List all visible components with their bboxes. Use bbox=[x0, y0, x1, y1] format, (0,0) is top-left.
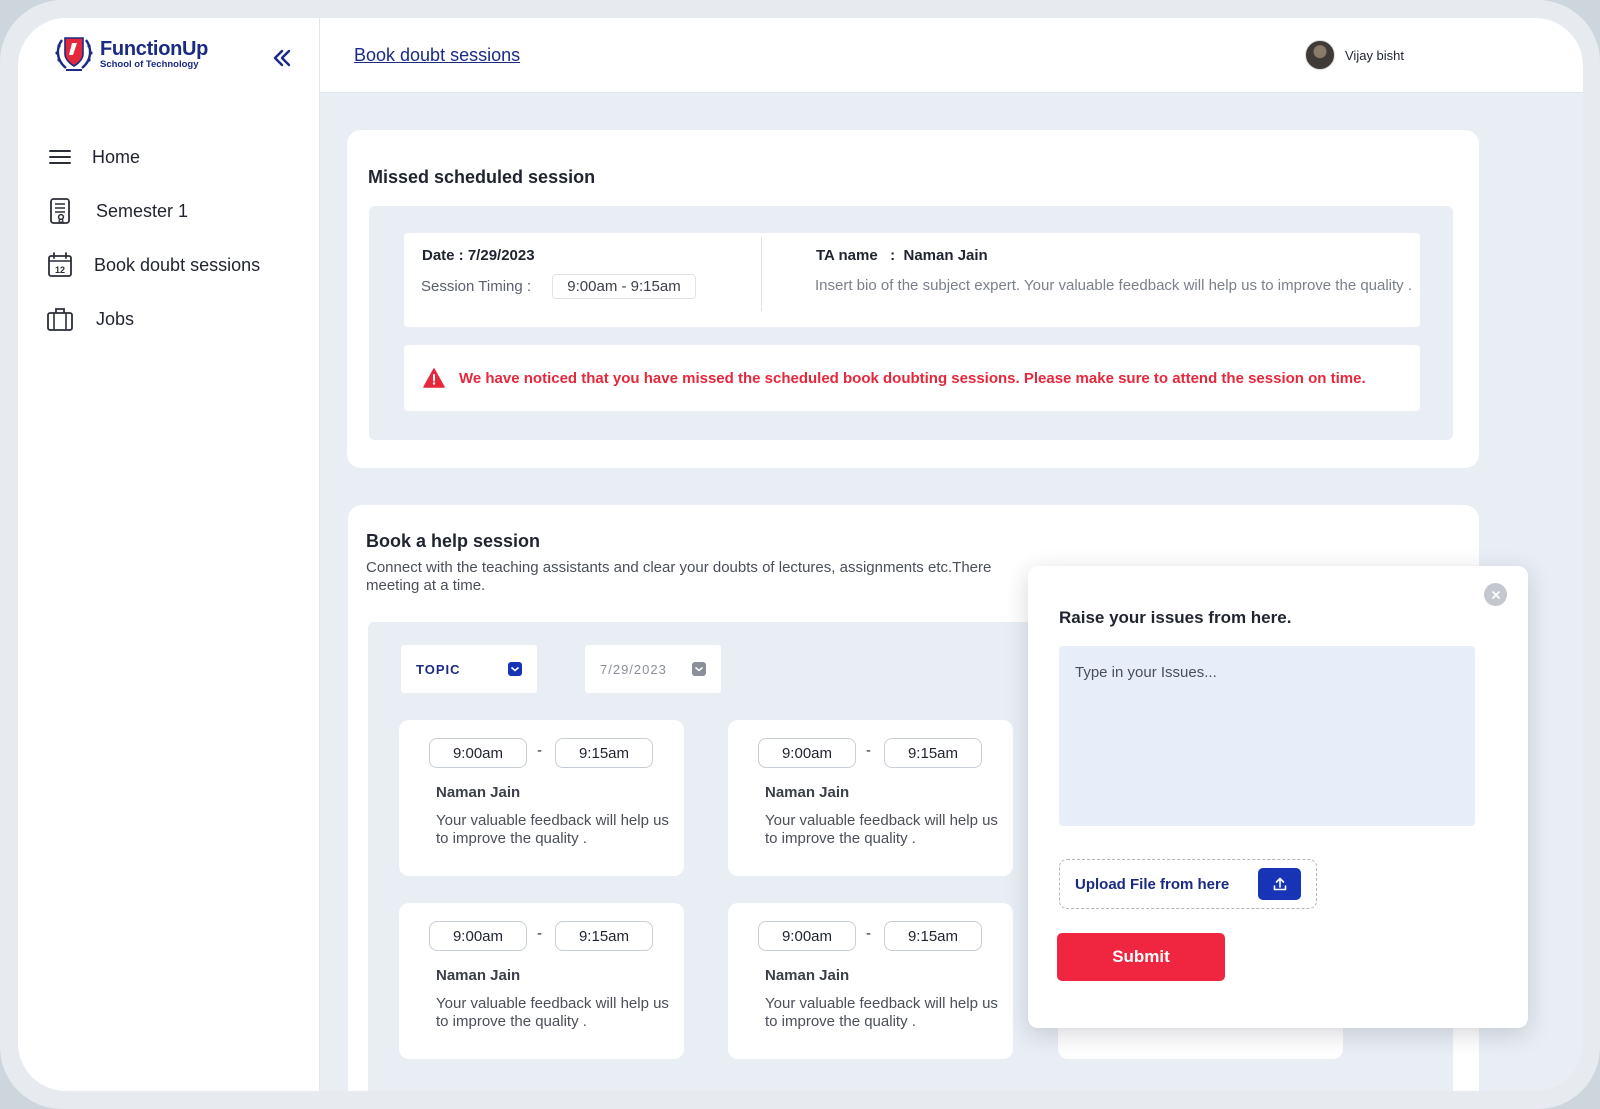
chevron-down-icon bbox=[692, 662, 706, 676]
slot-description: Your valuable feedback will help us to i… bbox=[765, 812, 998, 847]
slot-start-time: 9:00am bbox=[758, 921, 856, 951]
help-description-line2: meeting at a time. bbox=[366, 577, 486, 594]
slot-description: Your valuable feedback will help us to i… bbox=[436, 995, 669, 1030]
sidebar: FunctionUp School of Technology Home Sem… bbox=[18, 18, 320, 1091]
briefcase-icon bbox=[47, 308, 73, 331]
upload-icon[interactable] bbox=[1258, 868, 1301, 900]
sidebar-item-label: Home bbox=[92, 146, 141, 167]
slot-card[interactable]: 9:00am - 9:15am Naman Jain Your valuable… bbox=[399, 720, 684, 876]
calendar-icon: 12 bbox=[48, 252, 72, 277]
document-icon bbox=[50, 198, 70, 225]
slot-card[interactable]: 9:00am - 9:15am Naman Jain Your valuable… bbox=[399, 903, 684, 1059]
slot-card[interactable]: 9:00am - 9:15am Naman Jain Your valuable… bbox=[728, 720, 1013, 876]
session-date: Date : 7/29/2023 bbox=[422, 247, 535, 264]
time-separator: - bbox=[537, 925, 542, 942]
time-separator: - bbox=[537, 742, 542, 759]
topic-filter-label: TOPIC bbox=[416, 661, 461, 677]
slot-ta-name: Naman Jain bbox=[765, 784, 850, 801]
slot-start-time: 9:00am bbox=[758, 738, 856, 768]
close-icon[interactable] bbox=[1484, 583, 1507, 606]
slot-description: Your valuable feedback will help us to i… bbox=[765, 995, 998, 1030]
device-frame: FunctionUp School of Technology Home Sem… bbox=[0, 0, 1600, 1109]
slot-ta-name: Naman Jain bbox=[765, 967, 850, 984]
menu-icon bbox=[49, 150, 71, 164]
slot-start-time: 9:00am bbox=[429, 738, 527, 768]
upload-file-dropzone[interactable]: Upload File from here bbox=[1059, 859, 1317, 909]
sidebar-item-book-doubt-sessions[interactable]: 12 Book doubt sessions bbox=[46, 238, 306, 292]
modal-title: Raise your issues from here. bbox=[1059, 608, 1292, 627]
top-bar: Book doubt sessions Vijay bisht bbox=[320, 18, 1583, 93]
alert-message: We have noticed that you have missed the… bbox=[459, 369, 1366, 387]
slot-end-time: 9:15am bbox=[555, 738, 653, 768]
sidebar-item-label: Jobs bbox=[96, 308, 135, 329]
date-filter-label: 7/29/2023 bbox=[600, 661, 667, 677]
issue-textarea[interactable] bbox=[1059, 646, 1475, 826]
slot-start-time: 9:00am bbox=[429, 921, 527, 951]
ta-bio: Insert bio of the subject expert. Your v… bbox=[815, 277, 1413, 294]
date-filter[interactable]: 7/29/2023 bbox=[585, 645, 721, 693]
sidebar-item-home[interactable]: Home bbox=[46, 130, 306, 184]
submit-button[interactable]: Submit bbox=[1057, 933, 1225, 981]
slot-description: Your valuable feedback will help us to i… bbox=[436, 812, 669, 847]
time-separator: - bbox=[866, 742, 871, 759]
brand-logo[interactable]: FunctionUp School of Technology bbox=[52, 32, 208, 76]
session-timing-value: 9:00am - 9:15am bbox=[552, 274, 696, 299]
slot-ta-name: Naman Jain bbox=[436, 784, 521, 801]
sidebar-item-label: Book doubt sessions bbox=[94, 254, 261, 275]
topic-filter[interactable]: TOPIC bbox=[401, 645, 537, 693]
avatar bbox=[1305, 40, 1335, 70]
session-timing-label: Session Timing : bbox=[421, 278, 532, 295]
slot-card[interactable]: 9:00am - 9:15am Naman Jain Your valuable… bbox=[728, 903, 1013, 1059]
app-screen: FunctionUp School of Technology Home Sem… bbox=[18, 18, 1583, 1091]
sidebar-item-label: Semester 1 bbox=[96, 200, 189, 221]
collapse-sidebar-icon[interactable] bbox=[270, 46, 294, 70]
divider bbox=[761, 237, 762, 311]
missed-session-card: Missed scheduled session Date : 7/29/202… bbox=[347, 130, 1479, 468]
calendar-icon-number: 12 bbox=[55, 265, 65, 275]
sidebar-item-semester[interactable]: Semester 1 bbox=[46, 184, 306, 238]
missed-session-panel: Date : 7/29/2023 Session Timing : 9:00am… bbox=[369, 206, 1453, 440]
chevron-down-icon bbox=[508, 662, 522, 676]
user-menu[interactable]: Vijay bisht bbox=[1305, 40, 1404, 70]
slot-end-time: 9:15am bbox=[555, 921, 653, 951]
sidebar-nav: Home Semester 1 12 Book doubt sessions J… bbox=[46, 130, 306, 346]
slot-end-time: 9:15am bbox=[884, 921, 982, 951]
laurel-shield-icon bbox=[55, 37, 93, 71]
upload-file-label: Upload File from here bbox=[1075, 875, 1230, 893]
ta-name: TA name : Naman Jain bbox=[816, 247, 988, 264]
missed-session-title: Missed scheduled session bbox=[368, 167, 596, 187]
book-help-title: Book a help session bbox=[366, 531, 541, 551]
sidebar-item-jobs[interactable]: Jobs bbox=[46, 292, 306, 346]
raise-issue-modal: Raise your issues from here. Upload File… bbox=[1028, 566, 1528, 1028]
slot-ta-name: Naman Jain bbox=[436, 967, 521, 984]
session-info-box: Date : 7/29/2023 Session Timing : 9:00am… bbox=[404, 233, 1420, 327]
brand-name: FunctionUp bbox=[100, 37, 209, 60]
slot-end-time: 9:15am bbox=[884, 738, 982, 768]
brand-subtitle: School of Technology bbox=[100, 58, 199, 70]
help-description-line1: Connect with the teaching assistants and… bbox=[366, 559, 992, 576]
breadcrumb-link[interactable]: Book doubt sessions bbox=[354, 45, 520, 66]
user-name: Vijay bisht bbox=[1345, 47, 1405, 63]
time-separator: - bbox=[866, 925, 871, 942]
missed-session-alert: We have noticed that you have missed the… bbox=[404, 345, 1420, 411]
warning-icon bbox=[423, 368, 445, 388]
